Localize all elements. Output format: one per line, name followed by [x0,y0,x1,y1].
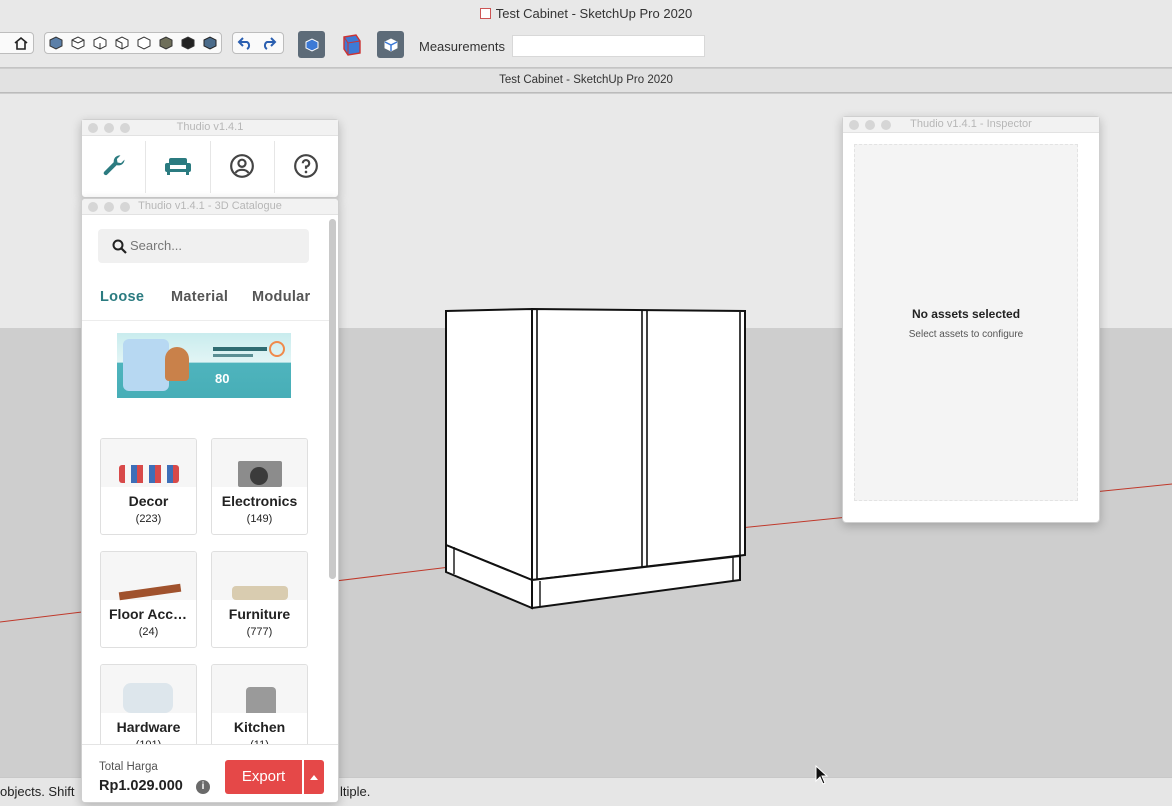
nav-account[interactable] [211,141,275,193]
tab-loose[interactable]: Loose [100,289,144,305]
category-name: Kitchen [233,719,286,735]
status-text-left: objects. Shift [0,784,75,799]
iso-view-icon[interactable] [45,33,67,53]
inspector-empty-state: No assets selected Select assets to conf… [854,144,1078,501]
empty-state-title: No assets selected [911,307,1021,321]
category-name: Hardware [116,719,181,735]
undo-icon[interactable] [233,33,257,53]
banner-headline-bar [213,347,267,351]
inspector-titlebar[interactable]: Thudio v1.4.1 - Inspector [843,117,1099,133]
decor-thumbnail [101,439,196,487]
banner-price: 80 [215,371,230,386]
inspector-window: Thudio v1.4.1 - Inspector No assets sele… [842,116,1100,523]
history-group [232,32,284,54]
category-count: (777) [246,626,273,638]
category-count: (149) [246,513,273,525]
tab-modular[interactable]: Modular [252,289,311,305]
close-icon[interactable] [849,120,859,130]
export-button[interactable]: Export [225,760,302,794]
thudio-nav [82,136,338,198]
export-dropdown-button[interactable] [304,760,324,794]
minimize-icon[interactable] [104,123,114,133]
catalogue-scrollbar[interactable] [329,219,336,579]
thudio-box-icon[interactable] [377,31,404,58]
close-icon[interactable] [88,123,98,133]
category-name: Electronics [221,493,298,509]
nav-catalogue[interactable] [146,141,211,193]
inspector-title: Thudio v1.4.1 - Inspector [910,118,1032,130]
catalogue-title: Thudio v1.4.1 - 3D Catalogue [138,200,282,212]
floor-accessories-thumbnail [101,552,196,601]
document-title: Test Cabinet - SketchUp Pro 2020 [0,69,1172,93]
total-price-value: Rp1.029.000 [99,778,183,794]
sofa-icon [163,154,193,181]
tab-material[interactable]: Material [171,289,228,305]
nav-help[interactable] [275,141,338,193]
user-icon [229,153,255,182]
zoom-icon[interactable] [120,202,130,212]
search-icon [112,239,127,254]
category-name: Floor Accessories [109,606,196,622]
window-title: Test Cabinet - SketchUp Pro 2020 [495,6,693,21]
bottom-view-icon[interactable] [177,33,199,53]
right-view-icon[interactable] [111,33,133,53]
document-icon [479,8,491,19]
empty-state-subtitle: Select assets to configure [908,329,1024,340]
cabinet-model[interactable] [445,307,746,610]
search-input[interactable]: Search... [98,229,309,263]
category-count: (223) [135,513,162,525]
info-icon[interactable]: i [196,780,210,794]
shaded-view-icon[interactable] [199,33,221,53]
nav-tools[interactable] [82,141,147,193]
category-tabs: Loose Material Modular [82,287,332,321]
zoom-icon[interactable] [120,123,130,133]
hardware-thumbnail [101,665,196,713]
help-icon [293,153,319,182]
zoom-icon[interactable] [881,120,891,130]
views-group [44,32,222,54]
top-view-icon[interactable] [67,33,89,53]
furniture-thumbnail [212,552,307,600]
thudio-cube-icon[interactable] [338,31,365,58]
category-card-floor-accessories[interactable]: Floor Accessories (24) [100,551,197,648]
total-price-label: Total Harga [99,761,158,773]
banner-shelf-graphic [123,339,169,391]
catalogue-footer: Total Harga Rp1.029.000 i Export [82,744,338,802]
category-name: Decor [128,493,169,509]
kitchen-thumbnail [212,665,307,713]
mouse-cursor-icon [815,765,829,785]
catalogue-window: Thudio v1.4.1 - 3D Catalogue Search... L… [81,198,339,803]
window-titlebar: Test Cabinet - SketchUp Pro 2020 [0,0,1172,28]
category-card-furniture[interactable]: Furniture (777) [211,551,308,648]
scrollbar-thumb[interactable] [329,219,336,579]
promo-banner[interactable]: 80 [117,333,291,398]
main-toolbar: Measurements [0,28,1172,68]
banner-badge-graphic [269,341,285,357]
thudio-main-titlebar[interactable]: Thudio v1.4.1 [82,120,338,136]
banner-subline-bar [213,354,253,357]
front-view-icon[interactable] [89,33,111,53]
category-count: (24) [138,626,159,638]
back-view-icon[interactable] [133,33,155,53]
left-view-icon[interactable] [155,33,177,53]
close-icon[interactable] [88,202,98,212]
measurements-input[interactable] [512,35,705,57]
minimize-icon[interactable] [865,120,875,130]
home-group [0,32,34,54]
electronics-thumbnail [212,439,307,487]
thudio-tool-icon[interactable] [298,31,325,58]
category-name: Furniture [228,606,291,622]
redo-icon[interactable] [257,33,281,53]
status-text-right: ltiple. [340,784,371,799]
measurements-label: Measurements [419,39,505,54]
catalogue-titlebar[interactable]: Thudio v1.4.1 - 3D Catalogue [82,199,338,215]
thudio-main-window: Thudio v1.4.1 [81,119,339,198]
banner-person-graphic [165,347,189,381]
category-card-electronics[interactable]: Electronics (149) [211,438,308,535]
minimize-icon[interactable] [104,202,114,212]
thudio-main-title: Thudio v1.4.1 [176,121,244,133]
wrench-icon [100,152,128,183]
home-icon[interactable] [9,33,33,53]
category-card-decor[interactable]: Decor (223) [100,438,197,535]
